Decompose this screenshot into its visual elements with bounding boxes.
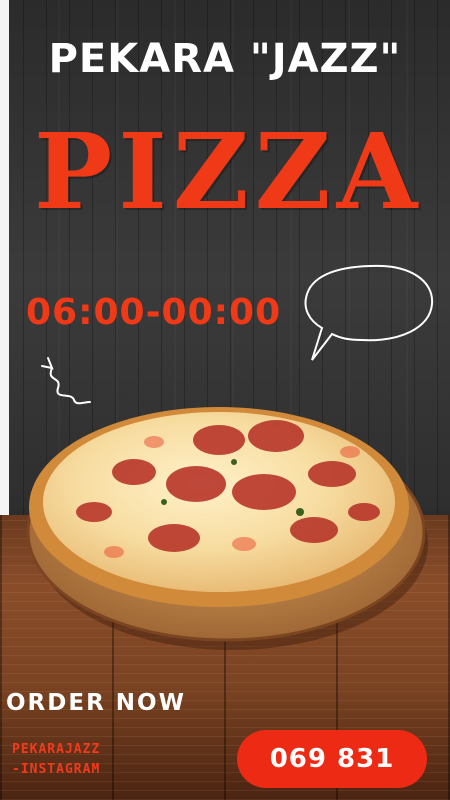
instagram-handle-line: PEKARAJAZZ bbox=[12, 742, 101, 757]
phone-number-button[interactable]: 069 831 030 bbox=[237, 730, 427, 788]
opening-hours: 06:00-00:00 bbox=[26, 292, 282, 333]
pizza-image bbox=[26, 407, 428, 650]
order-now-label: ORDER NOW bbox=[6, 690, 186, 716]
headline-pizza: PIZZA bbox=[34, 110, 424, 233]
speech-bubble-icon bbox=[304, 264, 434, 361]
instagram-label-line: -INSTAGRAM bbox=[12, 762, 101, 777]
brand-title: PEKARA "JAZZ" bbox=[48, 36, 402, 82]
left-edge-strip bbox=[0, 0, 9, 560]
pizza-poster: PEKARA "JAZZ" PIZZA 06:00-00:00 ORDER NO… bbox=[0, 0, 450, 800]
instagram-handle[interactable]: PEKARAJAZZ -INSTAGRAM bbox=[12, 740, 100, 780]
